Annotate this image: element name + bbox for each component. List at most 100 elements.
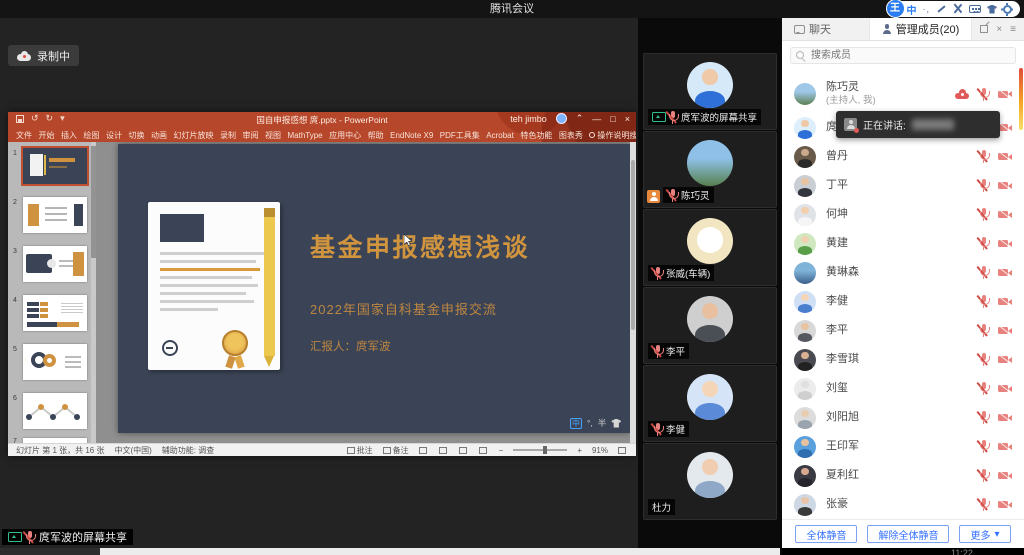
qat-customize-icon[interactable]: ▾ <box>60 113 65 124</box>
tab-record[interactable]: 录制 <box>220 130 236 141</box>
tab-acrobat[interactable]: Acrobat <box>486 131 514 140</box>
mic-muted-icon[interactable] <box>978 295 989 308</box>
mic-muted-icon[interactable] <box>978 353 989 366</box>
camera-off-icon[interactable] <box>998 89 1012 100</box>
mic-muted-icon[interactable] <box>978 266 989 279</box>
slide-thumbnail-2[interactable] <box>23 197 87 233</box>
mic-muted-icon[interactable] <box>978 208 989 221</box>
reading-view-icon[interactable] <box>459 447 467 454</box>
slide-sorter-icon[interactable] <box>439 447 447 454</box>
zoom-slider-thumb[interactable] <box>543 446 547 454</box>
ime-logo-icon[interactable]: 王 <box>886 0 905 18</box>
camera-off-icon[interactable] <box>998 209 1012 220</box>
tab-pdf-tools[interactable]: PDF工具集 <box>440 130 480 141</box>
mic-muted-icon[interactable] <box>978 382 989 395</box>
tab-app-center[interactable]: 应用中心 <box>329 130 361 141</box>
slide-thumbnail-6[interactable] <box>23 393 87 429</box>
ime-language-icon[interactable]: 中 <box>570 418 582 429</box>
video-tile[interactable]: 张威(车辆) <box>643 209 777 286</box>
ime-skin-icon[interactable] <box>611 419 621 428</box>
ime-language-icon[interactable]: 中 <box>907 2 917 17</box>
mic-muted-icon[interactable] <box>978 88 989 101</box>
quick-access-toolbar[interactable]: ↺ ↻ ▾ <box>16 113 65 124</box>
ime-punctuation-icon[interactable]: ·, <box>923 4 931 14</box>
tab-manage-members[interactable]: 管理成员(20) <box>869 18 973 40</box>
slideshow-icon[interactable] <box>479 447 487 454</box>
member-row[interactable]: 陈巧灵(主持人, 我) <box>782 75 1024 113</box>
slide-thumbnail-3[interactable] <box>23 246 87 282</box>
soft-keyboard-icon[interactable] <box>969 5 981 13</box>
ime-toolbar[interactable]: 王 中 ·, <box>889 1 1021 17</box>
thumbnail-scrollbar[interactable] <box>91 142 96 443</box>
camera-off-icon[interactable] <box>998 383 1012 394</box>
accessibility-status[interactable]: 辅助功能: 调查 <box>162 445 214 456</box>
camera-off-icon[interactable] <box>998 441 1012 452</box>
fit-slide-icon[interactable] <box>618 447 626 454</box>
camera-off-icon[interactable] <box>998 180 1012 191</box>
member-row[interactable]: 黄建 <box>782 229 1024 258</box>
member-row[interactable]: 李健 <box>782 287 1024 316</box>
normal-view-icon[interactable] <box>419 447 427 454</box>
member-row[interactable]: 夏利红 <box>782 461 1024 490</box>
video-tile[interactable]: 庹军波的屏幕共享 <box>643 53 777 130</box>
member-row[interactable]: 刘阳旭 <box>782 403 1024 432</box>
camera-off-icon[interactable] <box>998 354 1012 365</box>
ribbon-display-icon[interactable]: ⌃ <box>576 113 584 124</box>
member-row[interactable]: 刘玺 <box>782 374 1024 403</box>
camera-off-icon[interactable] <box>998 122 1012 133</box>
member-row[interactable]: 丁平 <box>782 171 1024 200</box>
ime-punctuation-icon[interactable]: °, <box>587 418 593 428</box>
member-row[interactable]: 何坤 <box>782 200 1024 229</box>
cloud-recording-icon[interactable] <box>955 89 969 99</box>
slide-thumbnail-1[interactable] <box>23 148 87 184</box>
member-row[interactable]: 黄琳森 <box>782 258 1024 287</box>
redo-icon[interactable]: ↻ <box>46 113 54 124</box>
tab-endnote[interactable]: EndNote X9 <box>390 131 433 140</box>
member-row[interactable]: 王印军 <box>782 432 1024 461</box>
camera-off-icon[interactable] <box>998 325 1012 336</box>
mic-muted-icon[interactable] <box>978 498 989 511</box>
member-row[interactable]: 张豪 <box>782 490 1024 519</box>
ime-mini-bar[interactable]: 中 °, 半 <box>570 417 621 429</box>
zoom-level[interactable]: 91% <box>592 446 608 455</box>
tab-transitions[interactable]: 切换 <box>129 130 145 141</box>
tab-review[interactable]: 审阅 <box>243 130 259 141</box>
mic-muted-icon[interactable] <box>978 237 989 250</box>
tab-chat[interactable]: 聊天 <box>782 18 869 40</box>
more-button[interactable]: 更多▾ <box>959 525 1010 543</box>
tab-design[interactable]: 设计 <box>106 130 122 141</box>
popout-icon[interactable] <box>980 25 988 33</box>
ime-skin-icon[interactable] <box>987 5 997 14</box>
video-tile[interactable]: 陈巧灵 <box>643 131 777 208</box>
canvas-scrollbar[interactable] <box>630 142 636 443</box>
tab-slideshow[interactable]: 幻灯片放映 <box>174 130 214 141</box>
notes-button[interactable]: 备注 <box>383 445 409 456</box>
camera-off-icon[interactable] <box>998 238 1012 249</box>
zoom-out-button[interactable]: − <box>499 446 504 455</box>
language-status[interactable]: 中文(中国) <box>114 445 151 456</box>
tab-view[interactable]: 视图 <box>265 130 281 141</box>
minimize-button[interactable]: — <box>592 114 601 124</box>
undo-icon[interactable]: ↺ <box>31 113 39 124</box>
zoom-in-button[interactable]: + <box>577 446 582 455</box>
mic-muted-icon[interactable] <box>978 150 989 163</box>
panel-menu-icon[interactable]: ≡ <box>1010 24 1016 35</box>
mic-muted-icon[interactable] <box>978 324 989 337</box>
camera-off-icon[interactable] <box>998 296 1012 307</box>
mic-muted-icon[interactable] <box>978 469 989 482</box>
tab-features[interactable]: 特色功能 <box>520 130 552 141</box>
member-row[interactable]: 曾丹 <box>782 142 1024 171</box>
mute-all-button[interactable]: 全体静音 <box>795 525 857 543</box>
zoom-slider[interactable] <box>513 449 567 451</box>
slide-thumbnail-5[interactable] <box>23 344 87 380</box>
tab-home[interactable]: 开始 <box>39 130 55 141</box>
tab-chart-gallery[interactable]: 图表秀 <box>559 130 583 141</box>
mic-muted-icon[interactable] <box>978 411 989 424</box>
unmute-all-button[interactable]: 解除全体静音 <box>867 525 949 543</box>
mic-muted-icon[interactable] <box>978 179 989 192</box>
camera-off-icon[interactable] <box>998 412 1012 423</box>
account-avatar[interactable] <box>556 113 567 124</box>
tab-insert[interactable]: 插入 <box>61 130 77 141</box>
screenshot-scissors-icon[interactable] <box>953 4 963 14</box>
video-tile[interactable]: 杜力 <box>643 443 777 520</box>
